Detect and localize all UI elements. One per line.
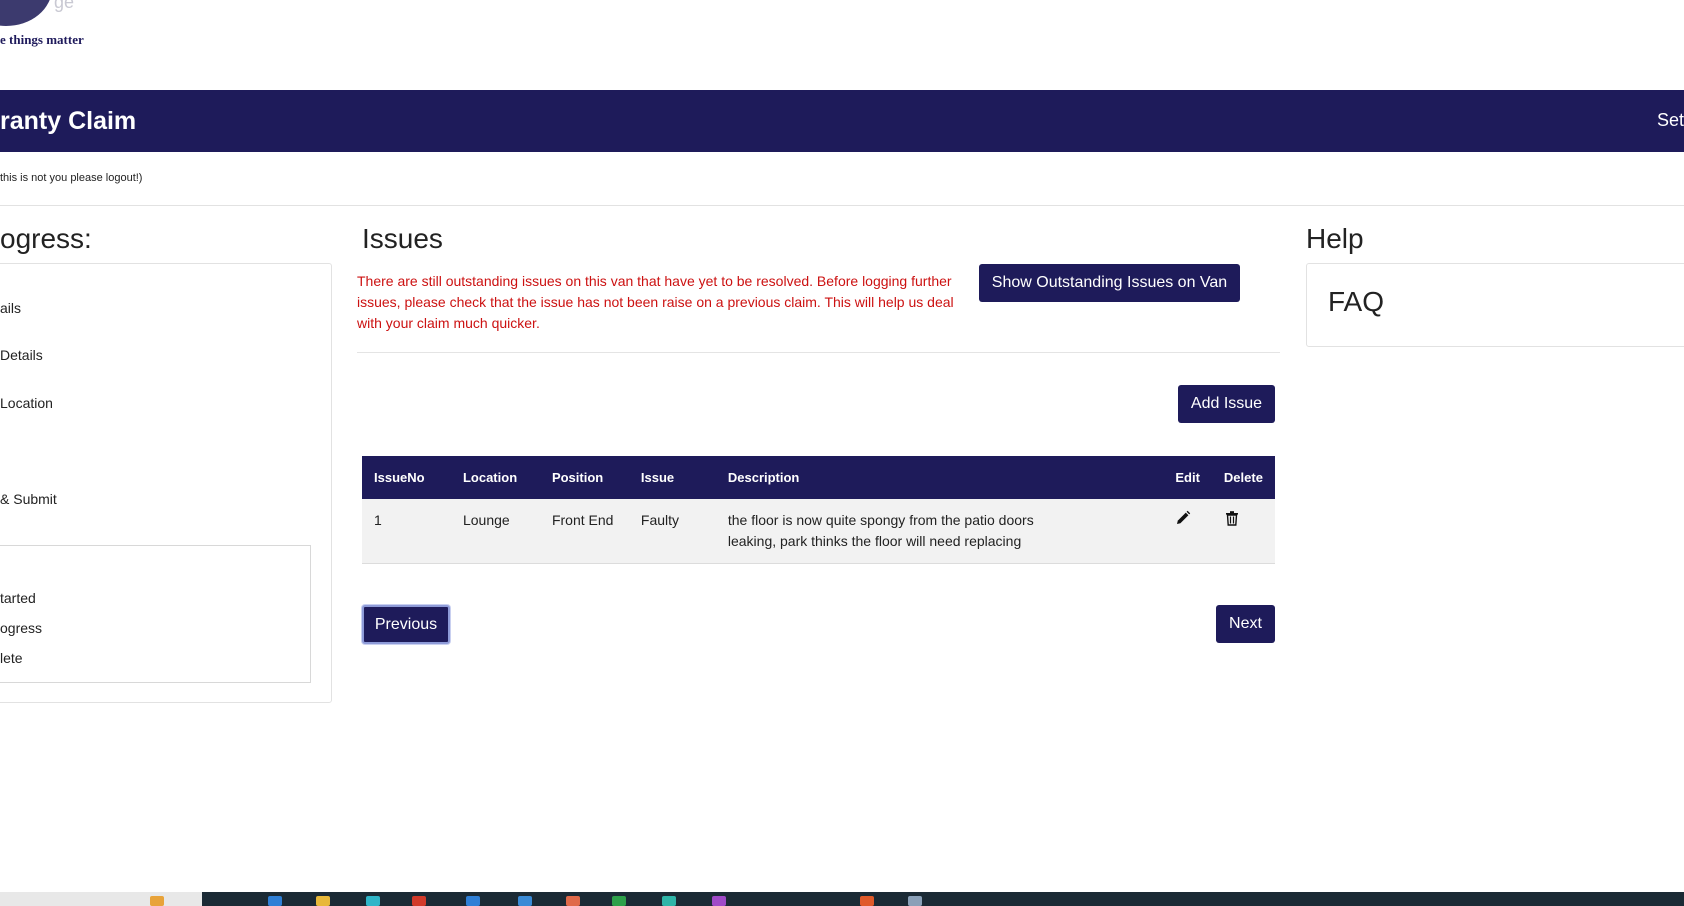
cell-position: Front End (551, 512, 614, 528)
progress-step-submit[interactable]: & Submit (0, 491, 57, 507)
help-panel: FAQ (1306, 263, 1684, 347)
issues-heading: Issues (362, 223, 443, 254)
cell-issue: Faulty (640, 512, 680, 528)
logged-in-user-note: this is not you please logout!) (0, 172, 143, 184)
next-button[interactable]: Next (1216, 605, 1275, 643)
legend-complete: lete (0, 650, 23, 666)
column-header-location: Location (462, 470, 518, 485)
table-header-row: IssueNo Location Position Issue Descript… (362, 456, 1275, 499)
issues-table: IssueNo Location Position Issue Descript… (362, 456, 1275, 564)
app-icon[interactable] (566, 896, 580, 906)
progress-legend (0, 545, 311, 683)
progress-heading: ogress: (0, 223, 92, 254)
page-title: ranty Claim (0, 107, 137, 135)
outstanding-issues-warning: There are still outstanding issues on th… (357, 273, 954, 331)
chrome-icon[interactable] (412, 896, 426, 906)
onenote-icon[interactable] (712, 896, 726, 906)
add-issue-button[interactable]: Add Issue (1178, 385, 1275, 423)
app-icon[interactable] (518, 896, 532, 906)
header-divider (0, 205, 1684, 206)
table-row: 1 Lounge Front End Faulty the floor is n… (362, 499, 1275, 564)
header-settings-link[interactable]: Set (1657, 110, 1684, 131)
app-icon[interactable] (908, 896, 922, 906)
app-icon[interactable] (662, 896, 676, 906)
os-taskbar (0, 892, 1684, 906)
show-outstanding-issues-button[interactable]: Show Outstanding Issues on Van (979, 264, 1240, 302)
brand-logo[interactable]: ge e things matter (0, 0, 120, 60)
column-header-issue: Issue (640, 470, 675, 485)
outlook-icon[interactable] (466, 896, 480, 906)
column-header-delete: Delete (1223, 470, 1263, 485)
file-explorer-icon[interactable] (316, 896, 330, 906)
progress-step-location[interactable]: Location (0, 395, 53, 411)
column-header-edit: Edit (1175, 470, 1200, 485)
pencil-icon[interactable] (1175, 510, 1193, 528)
taskbar-search-area[interactable] (0, 892, 202, 906)
help-heading: Help (1306, 223, 1364, 254)
column-header-position: Position (551, 470, 604, 485)
excel-icon[interactable] (612, 896, 626, 906)
column-header-description: Description (727, 470, 800, 485)
column-header-issueno: IssueNo (374, 470, 425, 485)
logo-tagline: e things matter (0, 32, 84, 47)
cell-issue-no: 1 (374, 512, 382, 528)
progress-step-details[interactable]: ails (0, 300, 21, 316)
cell-delete (1212, 499, 1275, 564)
edge-browser-icon[interactable] (268, 896, 282, 906)
cell-edit (1163, 499, 1212, 564)
app-icon[interactable] (860, 896, 874, 906)
logo-mark (0, 0, 52, 26)
header-bar: ranty Claim Set (0, 90, 1684, 152)
trash-icon[interactable] (1224, 510, 1242, 528)
cell-location: Lounge (462, 512, 510, 528)
logo-ghost-text: ge (54, 0, 75, 12)
cell-description: the floor is now quite spongy from the p… (727, 512, 1034, 549)
briefcase-icon[interactable] (150, 896, 164, 906)
legend-not-started: tarted (0, 590, 36, 606)
issues-divider (357, 352, 1280, 353)
previous-button[interactable]: Previous (362, 605, 450, 644)
progress-step-van-details[interactable]: Details (0, 347, 43, 363)
faq-link[interactable]: FAQ (1328, 286, 1384, 318)
legend-in-progress: ogress (0, 620, 43, 636)
app-icon[interactable] (366, 896, 380, 906)
